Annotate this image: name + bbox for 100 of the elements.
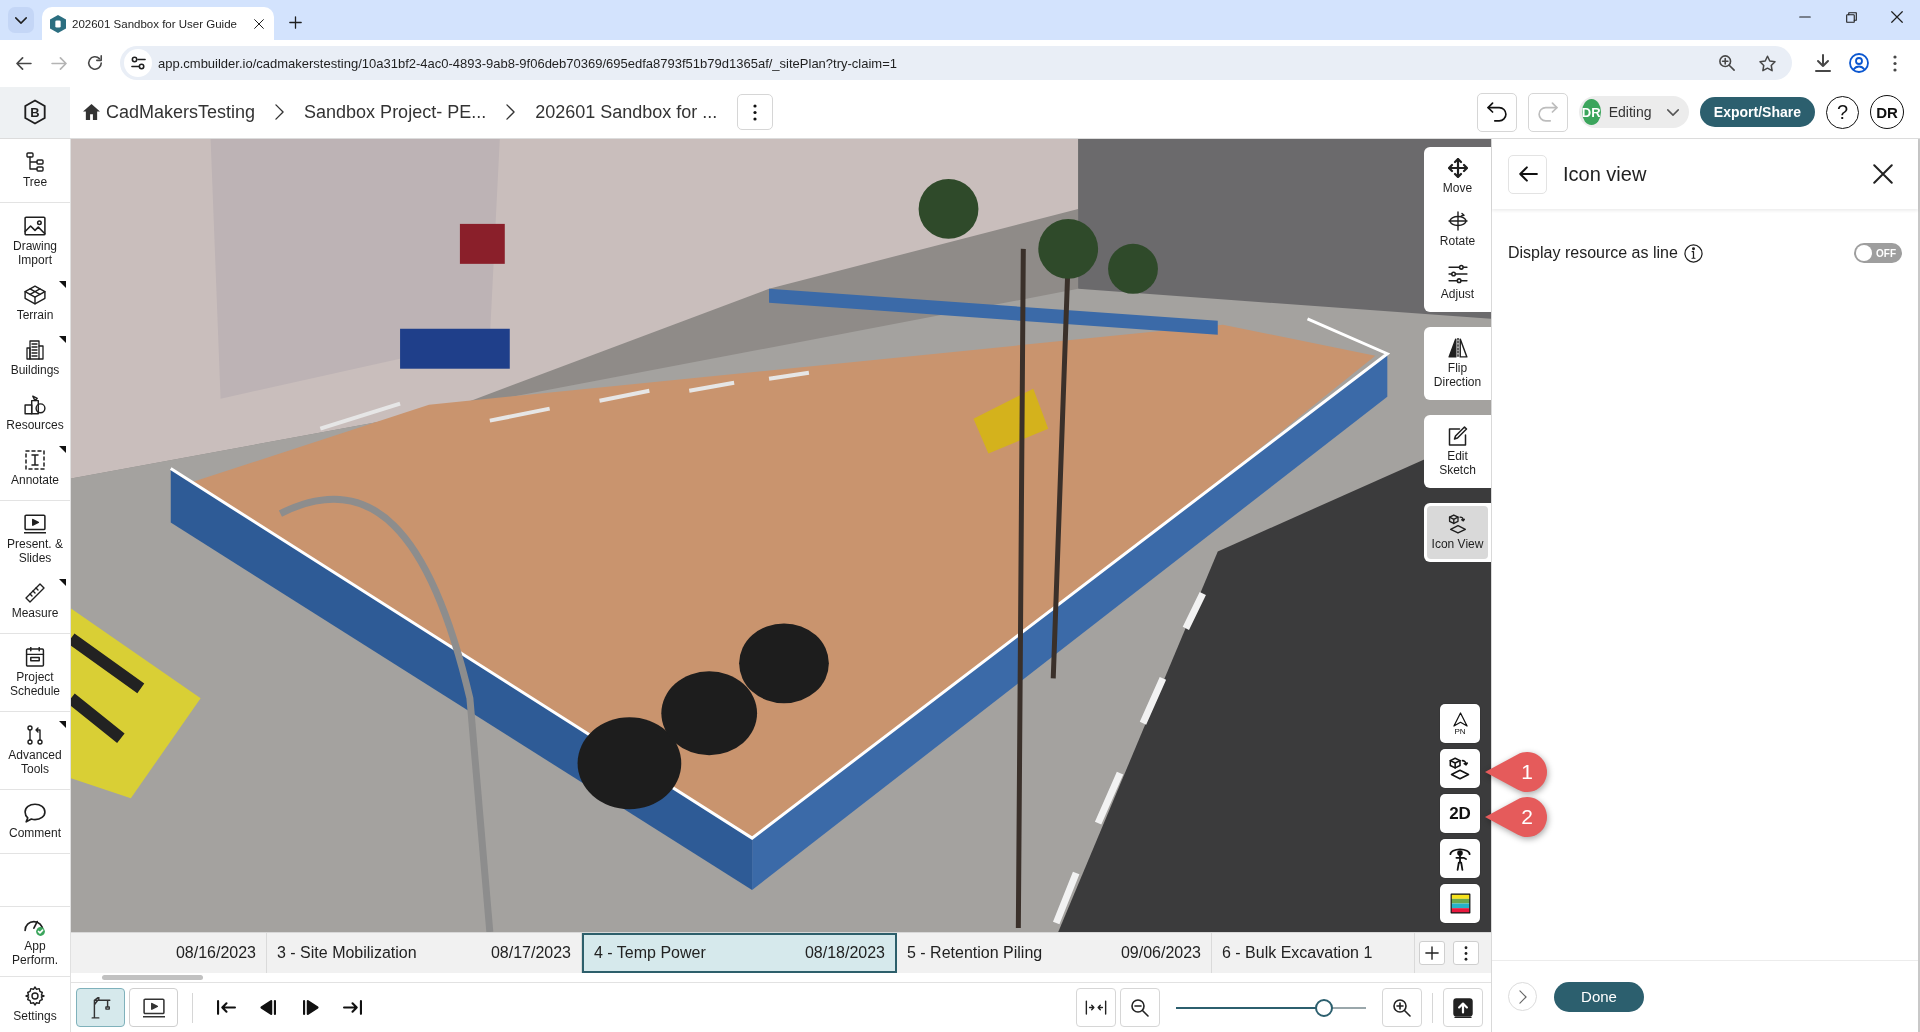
viewport-tool-button[interactable]: Adjust [1427, 256, 1488, 309]
skip-start-icon [216, 1000, 236, 1015]
user-avatar: DR [1581, 99, 1601, 125]
back-button[interactable] [1508, 154, 1547, 194]
export-share-button[interactable]: Export/Share [1699, 97, 1815, 127]
sidebar-tool-button[interactable]: Advanced Tools [0, 716, 70, 785]
sidebar-tool-button[interactable]: Drawing Import [0, 207, 70, 276]
tab-title: 202601 Sandbox for User Guide [72, 17, 238, 30]
branch-icon [24, 725, 46, 745]
fit-range-button[interactable] [1076, 988, 1116, 1027]
chevron-right-icon [1518, 989, 1527, 1004]
phase-name: 5 - Retention Piling [907, 944, 1043, 962]
phase-tab[interactable]: 08/16/2023 [71, 933, 267, 973]
phase-name: 6 - Bulk Excavation 1 [1222, 944, 1373, 962]
app-logo: B [23, 99, 47, 125]
ruler-icon [24, 583, 46, 603]
close-button[interactable] [1872, 163, 1894, 185]
viewport-tool-button[interactable]: Rotate [1427, 203, 1488, 256]
add-phase-button[interactable] [1419, 941, 1445, 965]
sidebar-tool-button[interactable]: Settings [0, 976, 70, 1032]
sidebar-tool-button[interactable]: Resources [0, 386, 70, 441]
slider-thumb[interactable] [1315, 998, 1334, 1017]
sidebar-tool-button[interactable]: Present. & Slides [0, 505, 70, 574]
info-icon [1683, 243, 1703, 263]
buildings-icon [24, 340, 46, 360]
crane-icon [89, 996, 112, 1019]
chevron-down-icon [15, 16, 27, 24]
sidebar-tool-button[interactable]: Tree [0, 143, 70, 198]
cube-icon [24, 285, 46, 305]
breadcrumb-link[interactable]: Sandbox Project- PE... [304, 101, 487, 123]
phase-date: 08/16/2023 [175, 944, 256, 962]
zoom-in-icon [1719, 55, 1735, 71]
fit-width-icon [1085, 1000, 1107, 1015]
sidebar-tool-button[interactable]: Terrain [0, 276, 70, 331]
undo-button[interactable] [1476, 92, 1517, 132]
phase-date: 09/06/2023 [1120, 944, 1201, 962]
phase-tab[interactable]: 4 - Temp Power 08/18/2023 [582, 933, 897, 973]
zoom-slider[interactable] [1176, 998, 1366, 1017]
callout-marker: 2 [1485, 797, 1547, 837]
zoom-out-button[interactable] [1120, 988, 1160, 1027]
site-info-button[interactable] [124, 49, 152, 77]
panel-title: Icon view [1563, 162, 1648, 186]
move-icon [1447, 158, 1468, 178]
tree-icon [24, 152, 46, 172]
text-box-icon [24, 450, 46, 470]
sidebar-tool-button[interactable]: Annotate [0, 441, 70, 496]
close-icon [1891, 11, 1903, 23]
export-image-button[interactable] [1443, 988, 1483, 1027]
icon-view-button[interactable] [1440, 749, 1480, 788]
view-toggle-button[interactable] [129, 988, 178, 1027]
sidebar-tool-button[interactable]: Measure [0, 574, 70, 629]
profile-icon [1849, 53, 1869, 73]
scrollbar-thumb[interactable] [102, 975, 203, 980]
tab-list-button[interactable] [8, 7, 34, 33]
kebab-menu-icon [753, 103, 758, 121]
viewport-tool-button[interactable]: Icon View [1427, 506, 1488, 559]
option-label: Display resource as line [1508, 244, 1678, 262]
minimize-icon [1799, 16, 1811, 18]
restore-icon [1845, 11, 1857, 23]
sidebar-tool-button[interactable]: Buildings [0, 331, 70, 386]
plus-icon [288, 15, 302, 29]
view-toggle-button[interactable] [76, 988, 125, 1027]
viewport-tool-button[interactable]: Move [1427, 150, 1488, 203]
view-mode-button[interactable]: 2D [1440, 794, 1480, 833]
phase-date: 08/18/2023 [804, 944, 885, 962]
close-icon [254, 18, 264, 29]
color-stripes-icon [1449, 893, 1471, 914]
calendar-icon [24, 647, 46, 667]
redo-icon [1537, 102, 1558, 122]
sidebar-tool-button[interactable]: App Perform. [0, 906, 70, 976]
first-person-button[interactable] [1440, 839, 1480, 878]
phase-tab[interactable]: 5 - Retention Piling 09/06/2023 [897, 933, 1212, 973]
tune-icon [130, 56, 146, 70]
forward-arrow-icon [50, 56, 68, 70]
flip-icon [1447, 338, 1468, 358]
skip-end-icon [342, 1000, 362, 1015]
caret-down-icon [1667, 108, 1680, 116]
callout-marker: 1 [1485, 752, 1547, 792]
rotate-icon [1447, 211, 1468, 231]
browser-tab[interactable]: 202601 Sandbox for User Guide [42, 7, 274, 40]
address-bar[interactable]: app.cmbuilder.io/cadmakerstesting/10a31bf2-4ac0-4893-9ab8-9f06deb70369/695edfa8793f51b79d1365af/_sitePlan?try-claim=1 [120, 46, 1792, 80]
color-legend-button[interactable] [1440, 884, 1480, 923]
zoom-in-button[interactable] [1382, 988, 1422, 1027]
boxes-icon [24, 395, 46, 415]
monitor-play-icon [142, 996, 165, 1019]
breadcrumb-link[interactable]: 202601 Sandbox for ... [535, 101, 718, 123]
sidebar-tool-button[interactable]: Project Schedule [0, 638, 70, 707]
monitor-play-icon [24, 514, 46, 534]
download-icon [1815, 54, 1831, 72]
mode-dropdown[interactable]: DR Editing [1578, 96, 1689, 128]
sidebar-tool-button[interactable]: Comment [0, 794, 70, 849]
phase-options-button[interactable] [1453, 941, 1479, 965]
plus-icon [1425, 946, 1439, 960]
north-arrow-button[interactable]: PN [1440, 704, 1480, 743]
done-button[interactable]: Done [1554, 981, 1644, 1012]
phase-date: 08/17/2023 [490, 944, 571, 962]
close-icon [1873, 164, 1893, 184]
home-icon [83, 104, 100, 120]
zoom-in-icon [1393, 998, 1411, 1017]
breadcrumb-link[interactable]: CadMakersTesting [83, 101, 256, 123]
